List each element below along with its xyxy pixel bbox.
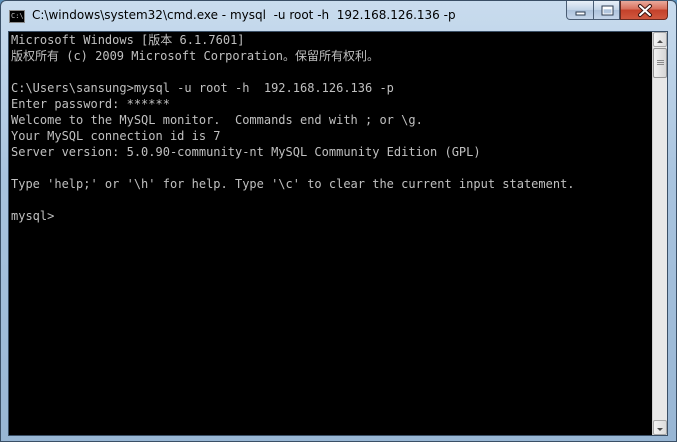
console-line: Microsoft Windows [版本 6.1.7601]	[11, 33, 245, 47]
console-line: C:\Users\sansung>mysql -u root -h 192.16…	[11, 81, 394, 95]
arrow-down-icon	[657, 428, 663, 431]
console-line: mysql>	[11, 209, 55, 223]
scroll-thumb[interactable]	[653, 48, 667, 78]
title-bar[interactable]: C:\ C:\windows\system32\cmd.exe - mysql …	[1, 1, 676, 31]
window-title: C:\windows\system32\cmd.exe - mysql -u r…	[32, 8, 456, 22]
maximize-icon	[601, 5, 614, 16]
console-client-area: Microsoft Windows [版本 6.1.7601] 版权所有 (c) …	[8, 31, 668, 436]
vertical-scrollbar[interactable]	[652, 32, 667, 435]
arrow-up-icon	[657, 40, 663, 43]
scroll-up-button[interactable]	[653, 32, 667, 47]
console-line: Type 'help;' or '\h' for help. Type '\c'…	[11, 177, 575, 191]
scroll-down-button[interactable]	[653, 420, 667, 435]
console-line: Your MySQL connection id is 7	[11, 129, 221, 143]
minimize-button[interactable]	[566, 1, 594, 20]
console-line: Enter password: ******	[11, 97, 170, 111]
thumb-grip	[657, 60, 664, 61]
cmd-window: C:\ C:\windows\system32\cmd.exe - mysql …	[0, 0, 677, 442]
close-icon	[638, 4, 652, 17]
thumb-grip	[657, 62, 664, 63]
console-output[interactable]: Microsoft Windows [版本 6.1.7601] 版权所有 (c) …	[10, 32, 653, 435]
cmd-icon[interactable]: C:\	[9, 10, 25, 23]
maximize-button[interactable]	[593, 1, 620, 20]
minimize-icon	[575, 11, 586, 16]
console-line: 版权所有 (c) 2009 Microsoft Corporation。保留所有…	[11, 49, 379, 63]
close-button[interactable]	[620, 1, 668, 20]
console-line: Server version: 5.0.90-community-nt MySQ…	[11, 145, 481, 159]
console-line: Welcome to the MySQL monitor. Commands e…	[11, 113, 423, 127]
thumb-grip	[657, 64, 664, 65]
